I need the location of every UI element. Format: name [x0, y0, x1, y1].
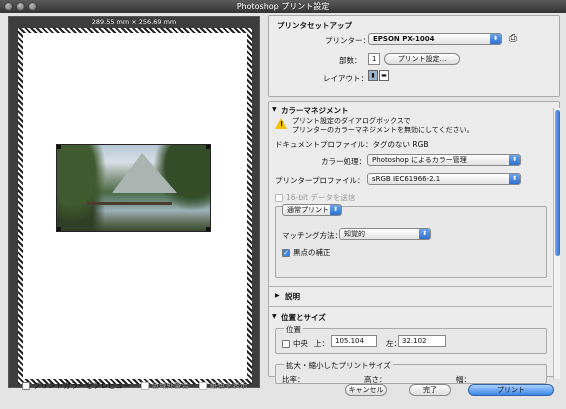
copies-input[interactable]: 1: [368, 53, 380, 65]
color-handling-select[interactable]: Photoshop によるカラー管理 ⬍: [367, 154, 521, 166]
center-checkbox[interactable]: 中央: [282, 338, 308, 349]
copies-label: 部数：: [339, 56, 362, 65]
disclosure-triangle-icon[interactable]: ▼: [272, 313, 277, 320]
print-button[interactable]: プリント: [468, 384, 554, 396]
paper-white-checkbox[interactable]: 紙色を表示: [199, 380, 248, 391]
window-title: Photoshop プリント設定: [236, 2, 330, 11]
disclosure-triangle-icon[interactable]: ▼: [272, 106, 277, 113]
scrollbar[interactable]: [553, 108, 560, 379]
width-label: 幅：: [456, 375, 471, 384]
photo-preview[interactable]: [56, 144, 211, 232]
scale-label: 比率：: [282, 375, 305, 384]
paper-dimensions: 289.55 mm × 256.69 mm: [91, 18, 177, 26]
printer-setup-group: プリンタセットアップ プリンター： EPSON PX-1004 ⬍ ⎙ 部数： 1…: [268, 15, 560, 97]
document-profile: ドキュメントプロファイル：タグのない RGB: [275, 140, 429, 149]
minimize-icon[interactable]: [16, 2, 25, 11]
title-bar: Photoshop プリント設定: [0, 0, 566, 13]
printer-select[interactable]: EPSON PX-1004 ⬍: [368, 33, 502, 45]
send-16bit-checkbox[interactable]: 16-bit データを送信: [275, 192, 355, 203]
position-group-label: 位置: [284, 324, 303, 335]
disclosure-triangle-icon[interactable]: ▶: [275, 292, 280, 299]
settings-panel: プリンタセットアップ プリンター： EPSON PX-1004 ⬍ ⎙ 部数： 1…: [268, 15, 560, 384]
resize-handle[interactable]: [206, 227, 210, 231]
color-handling-label: カラー処理：: [321, 157, 366, 166]
resize-handle[interactable]: [57, 227, 61, 231]
scrollbar-thumb[interactable]: [555, 110, 560, 256]
top-label: 上：: [314, 339, 329, 348]
position-group: 位置 中央 上： 105.104 左： 32.102: [275, 324, 547, 354]
scaled-size-group: 拡大・縮小したプリントサイズ 比率： 高さ： 幅：: [275, 360, 547, 384]
zoom-icon[interactable]: [28, 2, 37, 11]
print-settings-button[interactable]: プリント設定...: [384, 53, 460, 65]
printer-label: プリンター：: [325, 36, 370, 45]
layout-label: レイアウト：: [323, 74, 368, 83]
proof-group: 通常プリント ⬍ マッチング方法： 知覚的 ⬍ ✓ 黒点の補正: [275, 204, 547, 278]
rendering-intent-label: マッチング方法：: [282, 231, 342, 240]
warning-icon: !: [275, 118, 287, 129]
printer-icon[interactable]: ⎙: [509, 33, 517, 44]
left-input[interactable]: 32.102: [398, 335, 446, 347]
gamut-warning-checkbox[interactable]: 色域外警告: [140, 380, 189, 391]
warning-text: プリンターのカラーマネジメントを無効にしてください。: [292, 126, 474, 134]
landscape-layout-icon[interactable]: ▬: [379, 70, 389, 81]
print-preview: 289.55 mm × 256.69 mm: [8, 16, 260, 388]
position-size-heading: 位置とサイズ: [281, 313, 326, 322]
proof-select[interactable]: 通常プリント ⬍: [282, 204, 342, 216]
black-point-checkbox[interactable]: ✓ 黒点の補正: [282, 247, 331, 258]
done-button[interactable]: 完了: [409, 384, 451, 396]
printer-setup-heading: プリンタセットアップ: [277, 21, 352, 30]
resize-handle[interactable]: [206, 145, 210, 149]
options-scroll-area: ▼ カラーマネジメント ! プリント設定のダイアログボックスで プリンターのカラ…: [268, 101, 560, 384]
description-heading: 説明: [285, 292, 300, 301]
portrait-layout-icon[interactable]: ▮: [368, 70, 378, 81]
printer-profile-select[interactable]: sRGB IEC61966-2.1 ⬍: [367, 173, 521, 185]
top-input[interactable]: 105.104: [331, 335, 377, 347]
print-settings-dialog: 289.55 mm × 256.69 mm プリントカラーをプレビュー 色域外警…: [0, 13, 566, 409]
close-icon[interactable]: [4, 2, 13, 11]
printer-profile-label: プリンタープロファイル：: [275, 176, 365, 185]
preview-color-checkbox[interactable]: プリントカラーをプレビュー: [22, 380, 131, 391]
resize-handle[interactable]: [57, 145, 61, 149]
scaled-size-label: 拡大・縮小したプリントサイズ: [284, 360, 393, 371]
color-management-heading: カラーマネジメント: [281, 106, 349, 115]
cancel-button[interactable]: キャンセル: [345, 384, 387, 396]
rendering-intent-select[interactable]: 知覚的 ⬍: [339, 228, 431, 240]
